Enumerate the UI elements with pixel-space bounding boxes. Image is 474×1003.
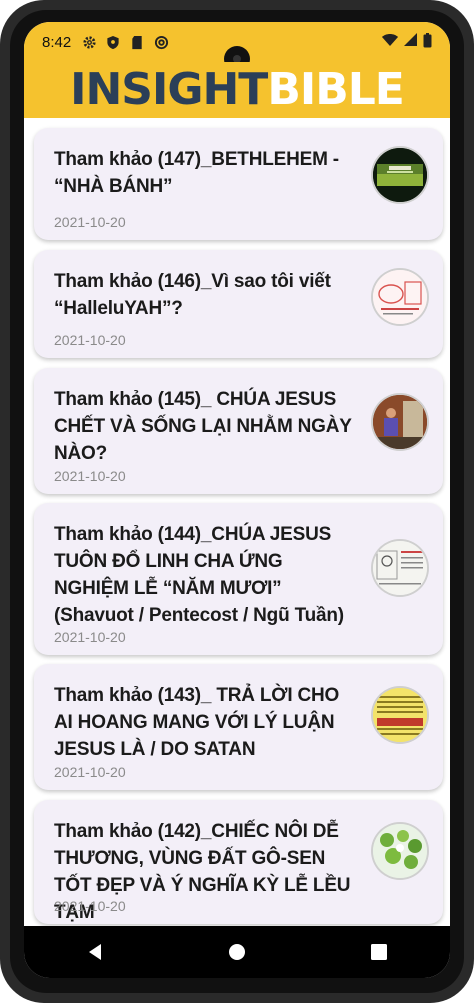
- article-title: Tham khảo (146)_Vì sao tôi viết “Hallelu…: [54, 271, 331, 319]
- back-icon[interactable]: [75, 932, 115, 972]
- article-card[interactable]: Tham khảo (145)_ CHÚA JESUS CHẾT VÀ SỐNG…: [34, 368, 443, 494]
- status-time: 8:42: [42, 33, 72, 51]
- article-thumbnail: [373, 148, 427, 202]
- app-logo[interactable]: INSIGHTBIBLE: [70, 62, 405, 118]
- article-card[interactable]: Tham khảo (144)_CHÚA JESUS TUÔN ĐỔ LINH …: [34, 503, 443, 655]
- article-date: 2021-10-20: [54, 468, 126, 484]
- article-date: 2021-10-20: [54, 332, 126, 348]
- article-date: 2021-10-20: [54, 214, 126, 230]
- at-sign-icon: [153, 34, 169, 50]
- status-icons-right: [382, 32, 432, 52]
- article-thumbnail: [373, 688, 427, 742]
- logo-bible: BIBLE: [267, 64, 405, 115]
- article-card[interactable]: Tham khảo (147)_BETHLEHEM - “NHÀ BÁNH” 2…: [34, 128, 443, 240]
- article-card[interactable]: Tham khảo (143)_ TRẢ LỜI CHO AI HOANG MA…: [34, 664, 443, 790]
- phone-frame: 8:42 INSIGHTBIBLE Tham khảo (147)_BETHLE…: [0, 0, 474, 1003]
- article-date: 2021-10-20: [54, 764, 126, 780]
- article-date: 2021-10-20: [54, 629, 126, 645]
- home-icon[interactable]: [217, 932, 257, 972]
- shield-icon: [105, 34, 121, 50]
- article-title: Tham khảo (143)_ TRẢ LỜI CHO AI HOANG MA…: [54, 685, 340, 760]
- article-thumbnail: [373, 395, 427, 449]
- phone-bezel: 8:42 INSIGHTBIBLE Tham khảo (147)_BETHLE…: [10, 10, 464, 993]
- battery-icon: [423, 32, 432, 52]
- article-title: Tham khảo (145)_ CHÚA JESUS CHẾT VÀ SỐNG…: [54, 389, 352, 464]
- article-date: 2021-10-20: [54, 898, 126, 914]
- system-nav-bar: [24, 926, 450, 978]
- article-card[interactable]: Tham khảo (142)_CHIẾC NÔI DỄ THƯƠNG, VÙN…: [34, 800, 443, 924]
- gear-icon: [81, 34, 97, 50]
- article-thumbnail: [373, 541, 427, 595]
- sim-card-icon: [129, 34, 145, 50]
- article-thumbnail: [373, 824, 427, 878]
- article-thumbnail: [373, 270, 427, 324]
- article-list[interactable]: Tham khảo (147)_BETHLEHEM - “NHÀ BÁNH” 2…: [24, 118, 450, 926]
- article-card[interactable]: Tham khảo (146)_Vì sao tôi viết “Hallelu…: [34, 250, 443, 358]
- signal-icon: [404, 33, 417, 51]
- recents-icon[interactable]: [359, 932, 399, 972]
- article-title: Tham khảo (147)_BETHLEHEM - “NHÀ BÁNH”: [54, 149, 339, 197]
- article-title: Tham khảo (144)_CHÚA JESUS TUÔN ĐỔ LINH …: [54, 524, 344, 626]
- app-header: INSIGHTBIBLE: [24, 62, 450, 118]
- wifi-icon: [382, 33, 398, 51]
- screen: 8:42 INSIGHTBIBLE Tham khảo (147)_BETHLE…: [24, 22, 450, 978]
- logo-insight: INSIGHT: [70, 64, 268, 115]
- status-icons-left: [81, 34, 169, 50]
